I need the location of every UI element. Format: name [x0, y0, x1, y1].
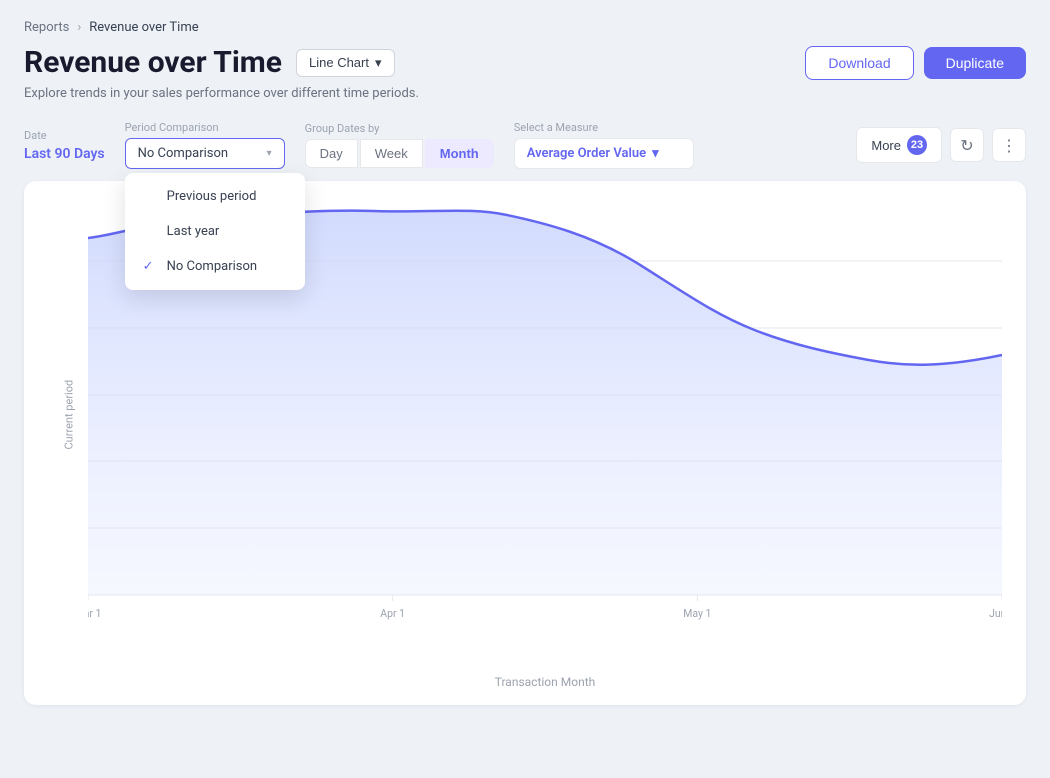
right-actions: More 23 ↻ ⋮ [856, 127, 1026, 163]
group-btn-month[interactable]: Month [425, 139, 494, 168]
page-subtitle: Explore trends in your sales performance… [24, 86, 1026, 101]
svg-text:Apr 1: Apr 1 [380, 607, 405, 620]
date-filter-label: Date [24, 129, 105, 142]
page-title-group: Revenue over Time Line Chart ▾ [24, 45, 395, 80]
dropdown-item-label-no-comparison: No Comparison [167, 259, 257, 274]
date-filter-group: Date Last 90 Days [24, 129, 105, 162]
dropdown-item-label-previous: Previous period [167, 189, 257, 204]
duplicate-button[interactable]: Duplicate [924, 47, 1026, 79]
more-options-button[interactable]: ⋮ [992, 128, 1026, 162]
more-label: More [871, 138, 901, 153]
page-title: Revenue over Time [24, 45, 282, 80]
chart-type-button[interactable]: Line Chart ▾ [296, 49, 395, 77]
page-header: Revenue over Time Line Chart ▾ Download … [24, 45, 1026, 80]
refresh-icon: ↻ [960, 136, 973, 155]
period-comparison-group: Period Comparison No Comparison ▾ ✓ Prev… [125, 121, 285, 169]
dropdown-item-no-comparison[interactable]: ✓ No Comparison [125, 249, 305, 284]
more-badge: 23 [907, 135, 927, 155]
filters-bar: Date Last 90 Days Period Comparison No C… [24, 121, 1026, 169]
more-button[interactable]: More 23 [856, 127, 942, 163]
breadcrumb: Reports › Revenue over Time [24, 20, 1026, 35]
svg-text:Mar 1: Mar 1 [88, 607, 101, 620]
breadcrumb-current: Revenue over Time [89, 20, 198, 35]
chart-x-axis-label: Transaction Month [88, 675, 1002, 689]
svg-text:Jun 1: Jun 1 [989, 607, 1002, 620]
group-dates-label: Group Dates by [305, 122, 494, 135]
download-button[interactable]: Download [805, 46, 913, 80]
dropdown-item-previous-period[interactable]: ✓ Previous period [125, 179, 305, 214]
period-chevron-icon: ▾ [267, 148, 272, 159]
measure-select-button[interactable]: Average Order Value ▾ [514, 138, 694, 169]
group-dates-group: Group Dates by Day Week Month [305, 122, 494, 168]
measure-label: Select a Measure [514, 121, 694, 134]
breadcrumb-parent[interactable]: Reports [24, 20, 69, 35]
chart-type-chevron-icon: ▾ [375, 55, 382, 71]
breadcrumb-separator: › [77, 20, 81, 35]
check-icon-no-comparison: ✓ [143, 259, 157, 274]
group-btn-day[interactable]: Day [305, 139, 358, 168]
dropdown-item-last-year[interactable]: ✓ Last year [125, 214, 305, 249]
group-dates-buttons: Day Week Month [305, 139, 494, 168]
refresh-button[interactable]: ↻ [950, 128, 984, 162]
svg-text:May 1: May 1 [683, 607, 711, 620]
group-btn-week[interactable]: Week [360, 139, 423, 168]
dropdown-item-label-last-year: Last year [167, 224, 220, 239]
header-actions: Download Duplicate [805, 46, 1026, 80]
date-filter-value[interactable]: Last 90 Days [24, 146, 105, 162]
period-dropdown-menu: ✓ Previous period ✓ Last year ✓ No Compa… [125, 173, 305, 290]
measure-select-value: Average Order Value [527, 146, 646, 161]
more-vertical-icon: ⋮ [1001, 136, 1017, 155]
measure-chevron-icon: ▾ [652, 146, 659, 161]
chart-y-axis-label: Current period [62, 380, 75, 450]
period-select-button[interactable]: No Comparison ▾ [125, 138, 285, 169]
period-select-value: No Comparison [138, 146, 261, 161]
measure-group: Select a Measure Average Order Value ▾ [514, 121, 694, 169]
period-label: Period Comparison [125, 121, 285, 134]
chart-type-label: Line Chart [309, 55, 369, 70]
